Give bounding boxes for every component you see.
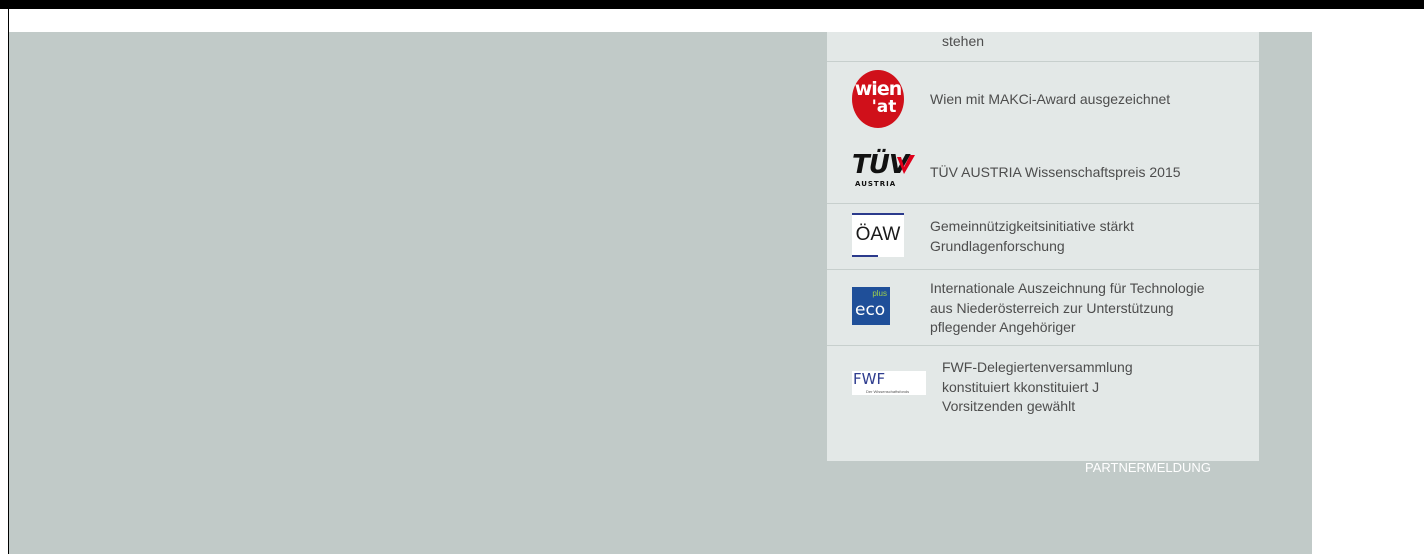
news-item-title[interactable]: Internationale Auszeichnung für Technolo… [930,279,1205,338]
list-item[interactable]: FWF Der Wissenschaftsfonds FWF-Delegiert… [827,346,1259,446]
top-black-bar [0,0,1424,9]
fwf-logo[interactable]: FWF Der Wissenschaftsfonds [852,371,926,395]
list-item[interactable]: ÖAW Gemeinnützigkeitsinitiative stärkt G… [827,204,1259,269]
oeaw-logo[interactable]: ÖAW [852,213,904,257]
fwf-logo-text: FWF [853,370,886,388]
list-item[interactable]: wien 'at Wien mit MAKCi-Award ausgezeich… [827,62,1259,138]
list-item[interactable]: plus eco Internationale Auszeichnung für… [827,270,1259,345]
news-item-title[interactable]: TÜV AUSTRIA Wissenschaftspreis 2015 [930,163,1181,183]
oeaw-logo-top-line [852,213,904,215]
news-item-title[interactable]: Gemeinnützigkeitsinitiative stärkt Grund… [930,217,1190,256]
wien-at-logo[interactable]: wien 'at [852,70,904,128]
partner-label: PARTNERMELDUNG [1085,460,1211,475]
list-item[interactable]: TÜV AUSTRIA TÜV AUSTRIA Wissenschaftspre… [827,138,1259,203]
tuv-austria-logo[interactable]: TÜV AUSTRIA [852,152,916,190]
news-item-title[interactable]: Wien mit MAKCi-Award ausgezeichnet [930,90,1170,110]
wien-logo-subtext: 'at [871,97,897,117]
news-panel: stehen wien 'at Wien mit MAKCi-Award aus… [827,32,1259,461]
ecoplus-logo-text: eco [855,300,886,320]
news-item-title[interactable]: stehen [942,32,984,52]
tuv-logo-subtext: AUSTRIA [855,180,897,188]
ecoplus-logo[interactable]: plus eco [852,287,890,325]
news-item-title[interactable]: FWF-Delegiertenversammlung konstituiert … [942,358,1172,417]
oeaw-logo-text: ÖAW [855,224,901,245]
tuv-checkmark-icon [897,155,915,174]
oeaw-logo-bottom-line [852,255,878,257]
ecoplus-logo-plus: plus [872,289,887,298]
wien-logo-text: wien [854,78,902,100]
fwf-logo-tagline: Der Wissenschaftsfonds [866,389,910,394]
list-item-partial[interactable]: stehen [827,32,1259,61]
